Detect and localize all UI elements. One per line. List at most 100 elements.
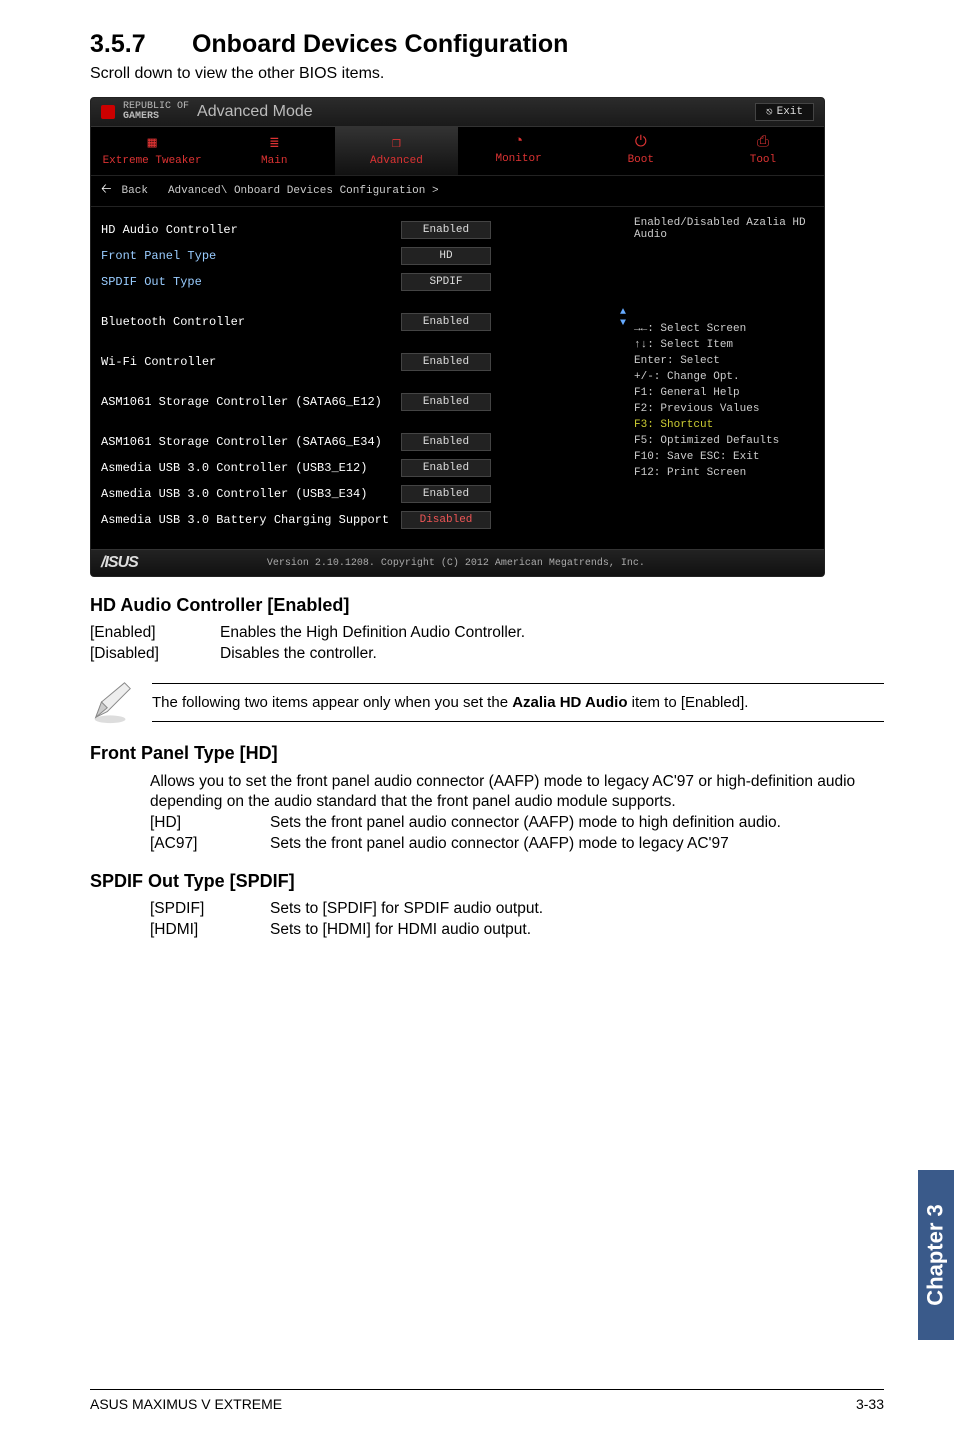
option-row: [AC97]Sets the front panel audio connect…	[150, 835, 884, 853]
note-text: The following two items appear only when…	[152, 684, 884, 721]
help-key-line: F10: Save ESC: Exit	[634, 449, 814, 465]
note-content: The following two items appear only when…	[152, 683, 884, 722]
breadcrumb-path: Advanced\ Onboard Devices Configuration …	[168, 185, 439, 197]
setting-label: Bluetooth Controller	[101, 315, 401, 329]
option-row: [Disabled]Disables the controller.	[90, 645, 884, 663]
setting-label: HD Audio Controller	[101, 223, 401, 237]
rog-logo-icon	[101, 105, 115, 119]
option-row: [HDMI]Sets to [HDMI] for HDMI audio outp…	[150, 921, 884, 939]
bios-titlebar: REPUBLIC OF GAMERS Advanced Mode ⎋ Exit	[91, 98, 824, 127]
bios-brand: REPUBLIC OF GAMERS Advanced Mode	[101, 102, 313, 122]
option-row: [SPDIF]Sets to [SPDIF] for SPDIF audio o…	[150, 900, 884, 918]
option-key: [Disabled]	[90, 645, 220, 663]
setting-label: Asmedia USB 3.0 Battery Charging Support	[101, 513, 401, 527]
option-key: [SPDIF]	[150, 900, 270, 918]
bios-setting-row[interactable]: Asmedia USB 3.0 Controller (USB3_E34)Ena…	[101, 481, 624, 507]
note-text-post: item to [Enabled].	[628, 694, 749, 711]
setting-label: Wi-Fi Controller	[101, 355, 401, 369]
setting-value[interactable]: Disabled	[401, 511, 491, 529]
setting-label: ASM1061 Storage Controller (SATA6G_E12)	[101, 395, 401, 409]
bios-help-panel: Enabled/Disabled Azalia HD Audio →←: Sel…	[624, 207, 824, 549]
exit-icon: ⎋	[766, 105, 773, 119]
help-keys: →←: Select Screen↑↓: Select ItemEnter: S…	[634, 321, 814, 481]
tab-label: Main	[261, 155, 287, 167]
bios-settings-list: ▲▼ HD Audio ControllerEnabledFront Panel…	[91, 207, 624, 549]
printer-icon: ⎙	[702, 133, 824, 151]
section-number: 3.5.7	[90, 30, 185, 59]
exit-button[interactable]: ⎋ Exit	[755, 103, 814, 121]
note-block: The following two items appear only when…	[90, 679, 884, 725]
help-key-line: +/-: Change Opt.	[634, 369, 814, 385]
setting-value[interactable]: SPDIF	[401, 273, 491, 291]
exit-label: Exit	[777, 106, 803, 118]
note-pencil-icon	[90, 679, 136, 725]
setting-value[interactable]: Enabled	[401, 221, 491, 239]
help-key-line: →←: Select Screen	[634, 321, 814, 337]
setting-label: Asmedia USB 3.0 Controller (USB3_E34)	[101, 487, 401, 501]
spdif-heading: SPDIF Out Type [SPDIF]	[90, 871, 884, 892]
bios-setting-row[interactable]: SPDIF Out TypeSPDIF	[101, 269, 624, 295]
setting-value[interactable]: Enabled	[401, 393, 491, 411]
tab-label: Monitor	[495, 153, 541, 165]
setting-value[interactable]: Enabled	[401, 433, 491, 451]
help-key-line: F12: Print Screen	[634, 465, 814, 481]
tab-main[interactable]: ≣ Main	[213, 127, 335, 175]
back-label[interactable]: Back	[122, 185, 148, 197]
setting-label: SPDIF Out Type	[101, 275, 401, 289]
bios-footer: /ISUS Version 2.10.1208. Copyright (C) 2…	[91, 549, 824, 576]
setting-value[interactable]: HD	[401, 247, 491, 265]
bios-tabs: ▦ Extreme Tweaker ≣ Main ❐Advanced◔ Monitor ⏻B…	[91, 127, 824, 176]
option-value: Enables the High Definition Audio Contro…	[220, 624, 884, 642]
bios-setting-row[interactable]: ASM1061 Storage Controller (SATA6G_E34)E…	[101, 429, 624, 455]
power-icon: ⏻	[580, 133, 702, 151]
page-footer: ASUS MAXIMUS V EXTREME 3-33	[90, 1389, 884, 1412]
bios-setting-row[interactable]: Front Panel TypeHD	[101, 243, 624, 269]
tab-tool[interactable]: ⎙ Tool	[702, 127, 824, 175]
help-key-line: F1: General Help	[634, 385, 814, 401]
asus-logo: /ISUS	[101, 554, 138, 572]
bios-mode: Advanced Mode	[197, 103, 313, 121]
tab-advanced[interactable]: ❐Advanced	[335, 127, 457, 175]
option-key: [Enabled]	[90, 624, 220, 642]
option-value: Sets to [HDMI] for HDMI audio output.	[270, 921, 884, 939]
back-arrow-icon[interactable]: 🡠	[101, 180, 112, 202]
section-title: 3.5.7 Onboard Devices Configuration	[90, 30, 884, 59]
bios-setting-row[interactable]: Bluetooth ControllerEnabled	[101, 309, 624, 335]
setting-value[interactable]: Enabled	[401, 353, 491, 371]
bios-setting-row[interactable]: Asmedia USB 3.0 Battery Charging Support…	[101, 507, 624, 533]
option-key: [HDMI]	[150, 921, 270, 939]
chapter-tab-label: Chapter 3	[923, 1204, 949, 1305]
tab-boot[interactable]: ⏻Boot	[580, 127, 702, 175]
help-key-line: F5: Optimized Defaults	[634, 433, 814, 449]
list-icon: ≣	[213, 133, 335, 152]
help-description: Enabled/Disabled Azalia HD Audio	[634, 217, 814, 241]
chip-icon: ▦	[91, 133, 213, 152]
footer-page-number: 3-33	[856, 1396, 884, 1412]
setting-value[interactable]: Enabled	[401, 459, 491, 477]
option-value: Sets the front panel audio connector (AA…	[270, 814, 884, 832]
option-value: Sets the front panel audio connector (AA…	[270, 835, 884, 853]
tab-extreme-tweaker[interactable]: ▦ Extreme Tweaker	[91, 127, 213, 175]
tab-label: Tool	[750, 154, 776, 166]
tab-label: Extreme Tweaker	[103, 155, 202, 167]
setting-value[interactable]: Enabled	[401, 313, 491, 331]
note-text-bold: Azalia HD Audio	[512, 694, 627, 711]
option-row: [HD]Sets the front panel audio connector…	[150, 814, 884, 832]
setting-value[interactable]: Enabled	[401, 485, 491, 503]
setting-label: ASM1061 Storage Controller (SATA6G_E34)	[101, 435, 401, 449]
bios-setting-row[interactable]: ASM1061 Storage Controller (SATA6G_E12)E…	[101, 389, 624, 415]
front-panel-heading: Front Panel Type [HD]	[90, 743, 884, 764]
bios-setting-row[interactable]: HD Audio ControllerEnabled	[101, 217, 624, 243]
bios-body: ▲▼ HD Audio ControllerEnabledFront Panel…	[91, 207, 824, 549]
tab-label: Advanced	[370, 155, 423, 167]
section-subtitle: Scroll down to view the other BIOS items…	[90, 65, 884, 83]
bios-screenshot: REPUBLIC OF GAMERS Advanced Mode ⎋ Exit …	[90, 97, 825, 577]
note-text-pre: The following two items appear only when…	[152, 694, 512, 711]
bios-setting-row[interactable]: Wi-Fi ControllerEnabled	[101, 349, 624, 375]
bios-setting-row[interactable]: Asmedia USB 3.0 Controller (USB3_E12)Ena…	[101, 455, 624, 481]
brand-bottom: GAMERS	[123, 112, 189, 122]
option-value: Sets to [SPDIF] for SPDIF audio output.	[270, 900, 884, 918]
gauge-icon: ◔	[458, 133, 580, 150]
tab-monitor[interactable]: ◔ Monitor	[458, 127, 580, 175]
section-name: Onboard Devices Configuration	[192, 30, 568, 58]
